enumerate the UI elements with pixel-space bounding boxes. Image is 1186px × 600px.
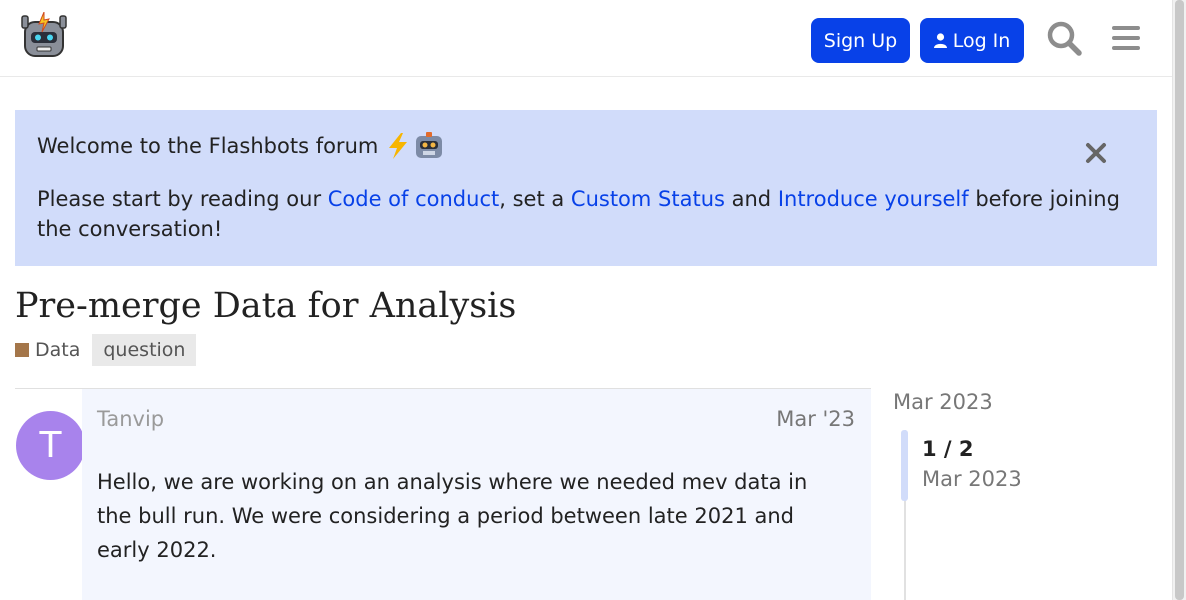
banner-title-text: Welcome to the Flashbots forum bbox=[37, 134, 379, 158]
category-color-square bbox=[15, 343, 29, 357]
introduce-yourself-link[interactable]: Introduce yourself bbox=[778, 187, 969, 211]
robot-icon bbox=[416, 132, 443, 158]
close-icon[interactable] bbox=[1085, 142, 1107, 164]
category-label: Data bbox=[35, 339, 81, 361]
page-scrollbar[interactable] bbox=[1172, 0, 1186, 600]
post-date[interactable]: Mar '23 bbox=[776, 407, 855, 431]
user-icon bbox=[933, 33, 947, 48]
search-icon[interactable] bbox=[1046, 20, 1082, 56]
code-of-conduct-link[interactable]: Code of conduct bbox=[328, 187, 499, 211]
post-body: Tanvip Mar '23 Hello, we are working on … bbox=[82, 389, 871, 600]
robot-logo[interactable] bbox=[20, 12, 68, 62]
welcome-banner: Welcome to the Flashbots forum Please st… bbox=[15, 110, 1157, 266]
topic-meta: Data question bbox=[15, 334, 197, 366]
post-content: Hello, we are working on an analysis whe… bbox=[97, 470, 808, 562]
custom-status-link[interactable]: Custom Status bbox=[571, 187, 725, 211]
sign-up-button[interactable]: Sign Up bbox=[811, 18, 910, 63]
timeline-handle[interactable] bbox=[901, 430, 908, 501]
avatar[interactable]: T bbox=[16, 411, 85, 480]
banner-title: Welcome to the Flashbots forum bbox=[37, 132, 444, 160]
hamburger-menu-icon[interactable] bbox=[1110, 22, 1142, 54]
category-badge[interactable]: Data bbox=[15, 339, 80, 361]
post-username[interactable]: Tanvip bbox=[97, 407, 164, 431]
site-header: Sign Up Log In bbox=[0, 0, 1172, 77]
log-in-label: Log In bbox=[952, 29, 1011, 52]
timeline-post-count: 1 / 2 bbox=[922, 437, 974, 461]
banner-message: Please start by reading our Code of cond… bbox=[37, 184, 1137, 244]
tag-question[interactable]: question bbox=[92, 334, 197, 366]
banner-text-mid2: and bbox=[724, 187, 778, 211]
banner-text-intro: Please start by reading our bbox=[37, 187, 328, 211]
lightning-icon bbox=[389, 133, 408, 159]
page-title[interactable]: Pre-merge Data for Analysis bbox=[15, 286, 516, 326]
timeline-start-date[interactable]: Mar 2023 bbox=[893, 390, 993, 414]
log-in-button[interactable]: Log In bbox=[920, 18, 1024, 63]
banner-text-mid1: , set a bbox=[499, 187, 571, 211]
timeline-current-date: Mar 2023 bbox=[922, 467, 1022, 491]
banner-emoji bbox=[384, 132, 444, 160]
scrollbar-thumb[interactable] bbox=[1175, 0, 1184, 600]
